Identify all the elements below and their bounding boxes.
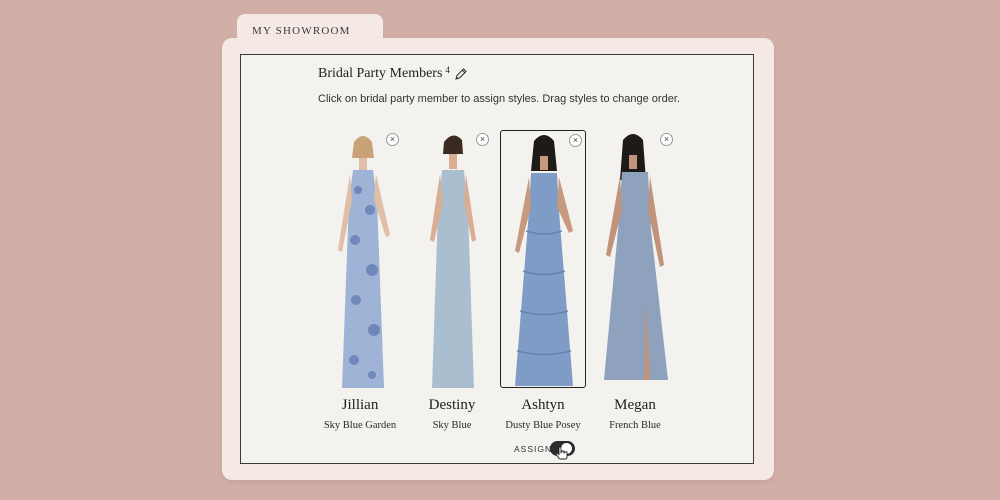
member-count: 4	[445, 65, 450, 75]
member-style: French Blue	[609, 420, 661, 431]
dress-image	[338, 136, 390, 388]
hand-cursor-icon	[555, 446, 568, 460]
close-icon[interactable]: ×	[386, 133, 399, 146]
member-card-jillian[interactable]: ×	[320, 130, 406, 388]
member-card-destiny[interactable]: ×	[412, 130, 498, 388]
dress-image	[604, 134, 668, 380]
close-icon[interactable]: ×	[660, 133, 673, 146]
close-icon[interactable]: ×	[476, 133, 489, 146]
instructions-text: Click on bridal party member to assign s…	[318, 93, 680, 105]
close-icon[interactable]: ×	[569, 134, 582, 147]
assign-label: ASSIGN	[514, 444, 553, 454]
dress-image	[430, 135, 476, 388]
pencil-icon[interactable]	[454, 67, 468, 81]
member-card-megan[interactable]: ×	[596, 130, 682, 388]
page-title: Bridal Party Members 4	[318, 65, 468, 82]
member-card-ashtyn[interactable]: ×	[500, 130, 586, 388]
member-name: Megan	[614, 397, 656, 413]
page-title-text: Bridal Party Members	[318, 66, 443, 81]
dress-image	[515, 135, 573, 386]
showroom-tab-label: MY SHOWROOM	[252, 25, 351, 37]
